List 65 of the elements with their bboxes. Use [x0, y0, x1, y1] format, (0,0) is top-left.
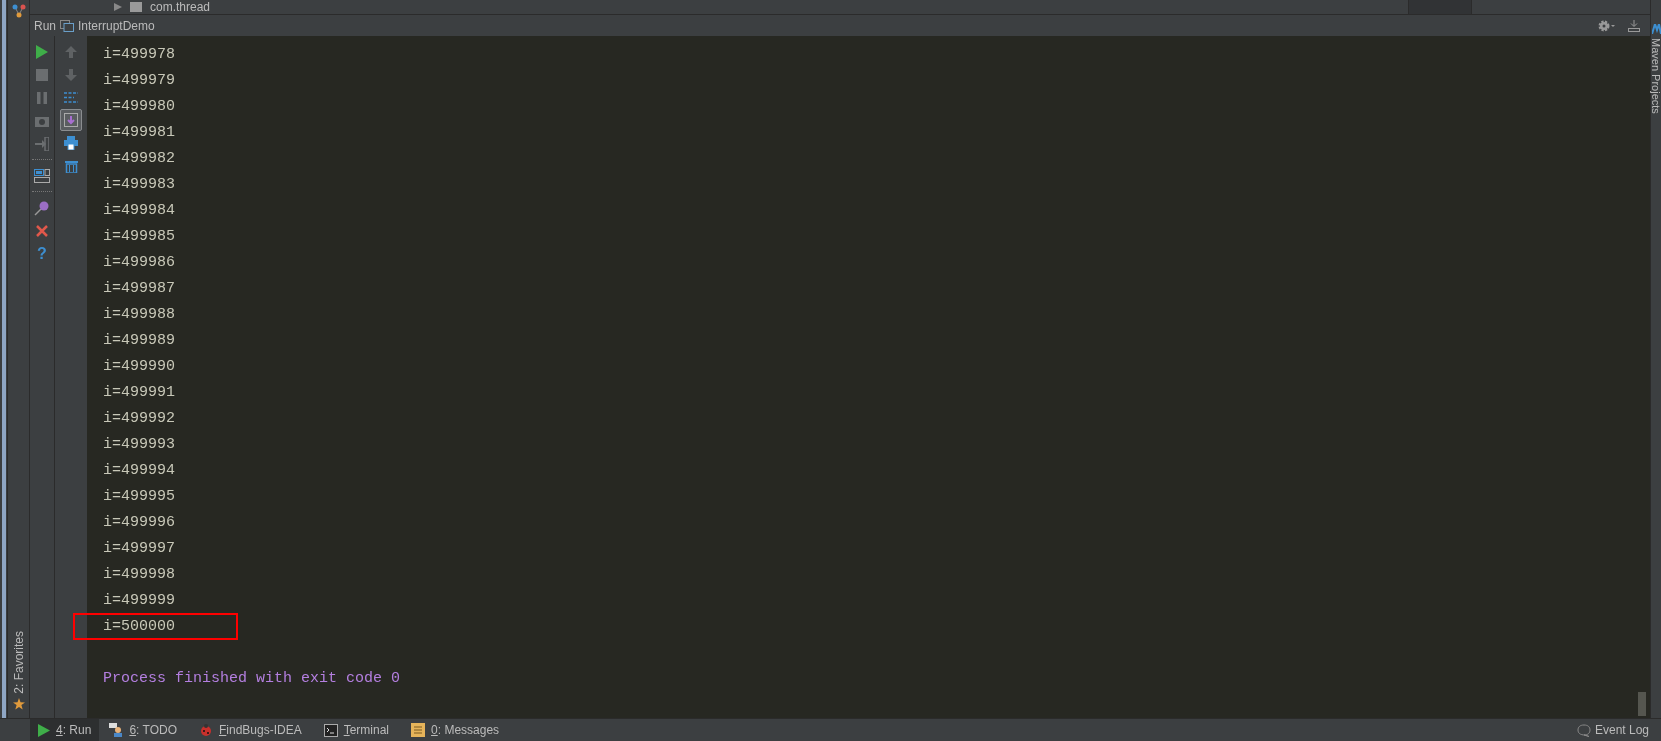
console-line: i=499988: [103, 306, 175, 323]
event-log-button[interactable]: Event Log: [1576, 721, 1649, 739]
maven-icon: [1651, 24, 1661, 34]
expand-arrow-icon: [114, 3, 122, 11]
stop-icon: [36, 68, 48, 81]
close-icon: [36, 224, 48, 237]
tool-window-tab[interactable]: 0: Messages: [403, 718, 508, 741]
download-icon: [1628, 19, 1640, 32]
tool-window-tab[interactable]: Terminal: [315, 718, 398, 741]
printer-icon: [64, 135, 78, 150]
console-line: i=499987: [103, 280, 175, 297]
console-line: i=499998: [103, 566, 175, 583]
vcs-branch-icon: [11, 4, 26, 18]
console-line: i=499990: [103, 358, 175, 375]
package-icon: [130, 2, 142, 12]
run-config-icon: [60, 19, 74, 32]
speech-bubble-icon: [1576, 723, 1591, 737]
exit-message: Process finished with exit code 0: [103, 670, 401, 687]
console-line: i=499999: [103, 592, 175, 609]
panel-title: Run: [34, 17, 56, 35]
trash-icon: [64, 158, 78, 173]
run-icon: [38, 723, 50, 737]
console-line: i=499993: [103, 436, 175, 453]
console-line: i=499983: [103, 176, 175, 193]
tree-item[interactable]: com.thread: [150, 0, 211, 14]
layout-icon: [34, 168, 50, 183]
console-line: i=500000: [103, 618, 175, 635]
bug-icon: [198, 723, 213, 737]
run-config-tab[interactable]: InterruptDemo: [78, 16, 155, 35]
pin-icon: [34, 199, 50, 216]
tool-window-tab[interactable]: 4: Run: [30, 718, 100, 741]
toolbar-button[interactable]: ?: [31, 242, 53, 265]
console-line: i=499981: [103, 124, 175, 141]
star-icon: [12, 698, 25, 710]
terminal-icon: [323, 723, 338, 737]
console-line: i=499985: [103, 228, 175, 245]
wrap-icon: [64, 91, 78, 104]
console-line: i=499991: [103, 384, 175, 401]
console-line: i=499979: [103, 72, 175, 89]
arrow-up-icon: [65, 45, 77, 58]
console-line: i=499996: [103, 514, 175, 531]
console-line: i=499994: [103, 462, 175, 479]
pause-icon: [36, 91, 48, 104]
help-icon: ?: [37, 245, 47, 262]
console-line: i=499992: [103, 410, 175, 427]
arrow-down-icon: [65, 68, 77, 81]
console-line: i=499978: [103, 46, 175, 63]
tool-window-tab[interactable]: FindBugs-IDEA: [190, 718, 310, 741]
console-line: i=499986: [103, 254, 175, 271]
run-icon: [35, 43, 49, 60]
messages-icon: [411, 723, 426, 737]
console-line: i=499982: [103, 150, 175, 167]
person-icon: [109, 723, 124, 737]
console-line: i=499995: [103, 488, 175, 505]
console-line: i=499997: [103, 540, 175, 557]
favorites-tool-tab[interactable]: 2: Favorites: [9, 631, 28, 694]
console-line: i=499989: [103, 332, 175, 349]
scroll-end-icon: [64, 113, 78, 127]
scrollbar-thumb[interactable]: [1638, 692, 1646, 716]
tool-window-tab[interactable]: 6: TODO: [101, 718, 185, 741]
exit-icon: [35, 136, 49, 151]
console-line: i=499980: [103, 98, 175, 115]
console-line: i=499984: [103, 202, 175, 219]
camera-icon: [35, 114, 49, 127]
settings-icon: [1598, 19, 1616, 32]
